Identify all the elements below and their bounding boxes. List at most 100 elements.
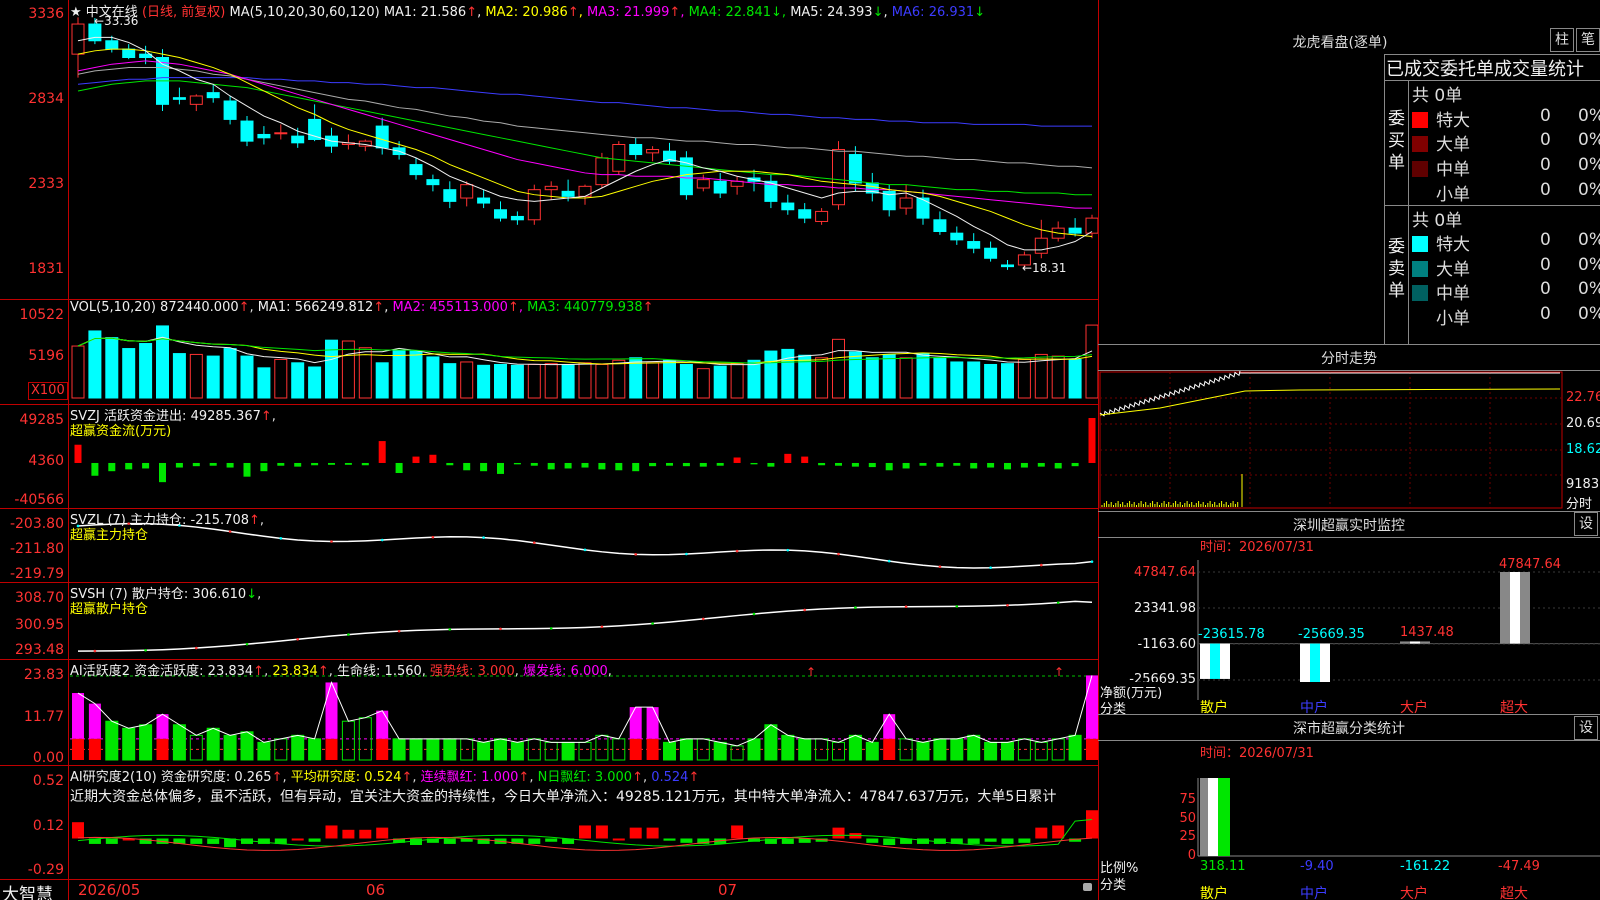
svzj-subtitle: 超赢资金流(万元) bbox=[70, 424, 172, 439]
ai-research-yaxis-label: 0.52 bbox=[32, 773, 64, 789]
vol-bar bbox=[713, 365, 727, 399]
ai-active-bar bbox=[865, 741, 879, 761]
svzl-dot bbox=[482, 536, 485, 539]
ai-active-bar bbox=[629, 738, 642, 760]
candle-body bbox=[848, 154, 862, 184]
svzl-dot bbox=[583, 548, 587, 552]
candle-body bbox=[510, 215, 524, 221]
vol-bar bbox=[257, 367, 271, 399]
vol-bar bbox=[612, 359, 626, 399]
vol-bar bbox=[764, 350, 778, 399]
ai-research-bar bbox=[832, 827, 845, 839]
ai-active-bar bbox=[494, 738, 507, 761]
ai-research-bar bbox=[680, 838, 693, 843]
svsh-yaxis-label: 293.48 bbox=[15, 642, 64, 658]
ai-active-bar bbox=[257, 741, 271, 761]
ai-active-bar bbox=[967, 734, 981, 761]
classify-value-label: -9.40 bbox=[1300, 859, 1334, 874]
svzj-bar bbox=[767, 462, 775, 467]
buy-row-s: 小单00% bbox=[1412, 180, 1600, 205]
low-marker: ←18.31 bbox=[1022, 261, 1067, 275]
svzj-bar bbox=[497, 462, 504, 474]
classify-yaxis-label: 50 bbox=[1179, 811, 1196, 826]
ai-active-bar bbox=[950, 738, 964, 761]
ai-active-bar bbox=[156, 738, 169, 760]
vol-bar bbox=[815, 357, 829, 399]
svzj-bar bbox=[1054, 462, 1062, 469]
svsh-dot bbox=[448, 628, 452, 631]
lock-icon[interactable] bbox=[1083, 883, 1092, 891]
ai-active-bar bbox=[156, 714, 169, 739]
candle-body bbox=[832, 149, 845, 206]
svsh-dot bbox=[347, 633, 350, 636]
tick-view-button[interactable]: 笔 bbox=[1576, 28, 1600, 52]
monitor-settings-button[interactable]: 设 bbox=[1574, 512, 1598, 536]
svzj-bar bbox=[851, 462, 859, 467]
ai-research-yaxis-label: -0.29 bbox=[27, 862, 64, 878]
svzj-bar bbox=[429, 454, 437, 463]
ai-active-bar bbox=[730, 745, 744, 761]
vol-bar bbox=[1017, 358, 1031, 399]
candle-body bbox=[477, 197, 491, 204]
vol-bar bbox=[527, 363, 541, 399]
classify-cat-label: 超大 bbox=[1500, 886, 1528, 900]
fenshi-yaxis-label: 20.69 bbox=[1566, 416, 1600, 431]
ai-active-bar bbox=[679, 738, 693, 761]
vol-bar bbox=[189, 353, 203, 399]
vol-bar bbox=[967, 361, 981, 399]
monitor-value-label: 1437.48 bbox=[1400, 625, 1454, 640]
classify-settings-button[interactable]: 设 bbox=[1574, 716, 1598, 740]
ai-research-bar bbox=[105, 838, 118, 844]
svzj-bar bbox=[682, 462, 690, 467]
svzj-bar bbox=[666, 462, 673, 466]
candle-body bbox=[629, 144, 643, 156]
classify-time: 时间：2026/07/31 bbox=[1200, 746, 1314, 761]
ai-active-bar bbox=[747, 738, 761, 761]
ai-active-bar bbox=[477, 741, 491, 761]
ai-active-bar bbox=[798, 738, 812, 761]
candle-body bbox=[172, 97, 186, 100]
monitor-yaxis-label: 47847.64 bbox=[1133, 565, 1196, 580]
svzj-bar bbox=[175, 462, 183, 468]
vol-bar bbox=[663, 359, 676, 399]
ai-active-bar bbox=[646, 738, 659, 760]
candle-body bbox=[899, 197, 913, 209]
color-swatch-icon bbox=[1412, 261, 1428, 277]
buy-row-m: 中单00% bbox=[1412, 155, 1600, 180]
svzj-bar bbox=[344, 462, 352, 465]
candle-body bbox=[409, 164, 423, 176]
svzl-subtitle: 超赢主力持仓 bbox=[70, 528, 149, 543]
bar-view-button[interactable]: 柱 bbox=[1550, 28, 1574, 52]
fenshi-unit-label: 分时 bbox=[1566, 497, 1593, 512]
candle-body bbox=[494, 209, 507, 219]
svzl-dot bbox=[634, 553, 637, 556]
svzj-bar bbox=[395, 462, 403, 474]
ai-active-bar bbox=[88, 738, 101, 760]
fenshi-yaxis-label: 22.76 bbox=[1566, 390, 1600, 405]
ai-research-bar bbox=[629, 827, 642, 839]
svzj-bar bbox=[716, 462, 724, 466]
monitor-bar bbox=[1420, 641, 1430, 644]
classify-bar bbox=[1208, 778, 1218, 856]
candle-body bbox=[916, 197, 930, 219]
high-marker: ←33.36 bbox=[94, 14, 139, 28]
svzj-bar bbox=[868, 462, 876, 468]
ai-research-bar bbox=[72, 822, 84, 839]
ai-active-bar bbox=[578, 741, 592, 761]
monitor-yaxis-label: 23341.98 bbox=[1133, 601, 1196, 616]
svzj-bar bbox=[446, 462, 454, 466]
ai-research-bar bbox=[866, 838, 879, 843]
vol-unit-button[interactable]: X100 bbox=[28, 382, 68, 400]
candle-body bbox=[105, 40, 119, 50]
svzj-bar bbox=[632, 462, 640, 472]
stats-side-line bbox=[1408, 80, 1409, 344]
classify-bar bbox=[1200, 778, 1208, 856]
svzl-yaxis-label: -211.80 bbox=[9, 541, 64, 557]
ai-research-bar bbox=[190, 838, 203, 844]
ai-active-bar bbox=[832, 741, 845, 761]
svzl-dot bbox=[887, 559, 891, 563]
period-label[interactable]: (日线, 前复权) bbox=[142, 5, 225, 20]
ai-research-bar bbox=[663, 838, 676, 841]
svzl-dot bbox=[330, 540, 333, 543]
monitor-value-label: -25669.35 bbox=[1298, 627, 1365, 642]
